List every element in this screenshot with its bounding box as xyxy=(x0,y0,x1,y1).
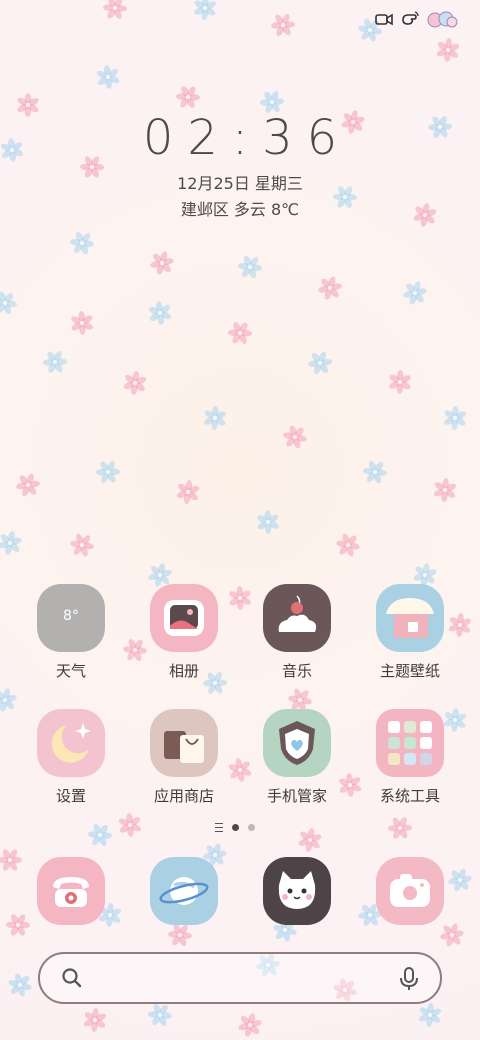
snowflake xyxy=(318,276,342,300)
app-label: 天气 xyxy=(55,662,86,680)
snowflake xyxy=(363,460,387,484)
home-screen: 02:36 12月25日 星期三 建邺区 多云 8℃ 8° 天气 相册 音乐 主… xyxy=(0,0,480,1040)
snowflake xyxy=(83,1008,107,1032)
clouds-sticker-icon xyxy=(427,11,458,28)
snowflake xyxy=(403,281,427,305)
status-bar xyxy=(374,10,458,28)
snowflake xyxy=(336,533,360,557)
menu-lines-icon xyxy=(215,823,223,832)
app-label: 系统工具 xyxy=(379,787,440,805)
app-label: 设置 xyxy=(55,787,86,805)
snowflake xyxy=(88,823,112,847)
search-bar[interactable] xyxy=(38,952,442,1004)
snowflake xyxy=(70,533,94,557)
snowflake xyxy=(96,461,120,483)
camera-icon xyxy=(376,857,444,925)
snowflake xyxy=(444,406,466,430)
clock-weather[interactable]: 建邺区 多云 8℃ xyxy=(0,196,480,220)
snowflake xyxy=(16,473,40,497)
page-dot-current xyxy=(232,824,239,831)
tools-folder-icon xyxy=(376,709,444,777)
snowflake xyxy=(43,351,67,373)
snowflake xyxy=(298,828,322,852)
snowflake xyxy=(389,370,411,394)
snowflake xyxy=(271,14,295,36)
snowflake xyxy=(0,291,17,315)
page-dot xyxy=(248,824,255,831)
cake-music-icon xyxy=(263,584,331,652)
snowflake xyxy=(70,231,94,255)
house-theme-icon xyxy=(376,584,444,652)
hand-wave-icon xyxy=(402,11,419,25)
snowflake xyxy=(436,38,460,62)
snowflake xyxy=(238,1013,262,1037)
snowflake xyxy=(308,351,332,375)
shopping-bags-icon xyxy=(150,709,218,777)
snowflake xyxy=(71,311,93,335)
dock-camera[interactable] xyxy=(355,857,465,925)
app-theme[interactable]: 主题壁纸 xyxy=(355,584,465,681)
shield-heart-icon xyxy=(263,709,331,777)
app-album[interactable]: 相册 xyxy=(129,584,239,681)
snowflake xyxy=(433,478,457,502)
snowflake xyxy=(238,255,262,279)
app-label: 相册 xyxy=(168,662,199,680)
snowflake xyxy=(0,531,22,555)
cat-face-icon xyxy=(263,857,331,925)
snowflake xyxy=(204,406,226,430)
moon-settings-icon xyxy=(37,709,105,777)
video-camera-icon xyxy=(375,13,393,26)
snowflake xyxy=(96,65,120,89)
snowflake xyxy=(194,0,216,20)
telephone-icon xyxy=(37,857,105,925)
app-label: 应用商店 xyxy=(153,787,214,805)
search-icon[interactable] xyxy=(60,966,84,990)
snowflake xyxy=(176,86,200,108)
page-indicator[interactable] xyxy=(215,823,255,832)
planet-browser-icon xyxy=(150,857,218,925)
app-label: 主题壁纸 xyxy=(379,662,440,680)
dock-browser[interactable] xyxy=(129,857,239,925)
dock-phone[interactable] xyxy=(16,857,126,925)
app-music[interactable]: 音乐 xyxy=(242,584,352,681)
dock-cat-app[interactable] xyxy=(242,857,352,925)
clock-date[interactable]: 12月25日 星期三 xyxy=(0,170,480,194)
snowflake xyxy=(176,480,200,504)
snowflake xyxy=(123,371,147,395)
weather-badge: 8° xyxy=(63,608,79,624)
photo-album-icon xyxy=(150,584,218,652)
app-system-tools[interactable]: 系统工具 xyxy=(355,709,465,806)
snowflake xyxy=(418,1003,442,1027)
app-settings[interactable]: 设置 xyxy=(16,709,126,806)
snowflake xyxy=(148,301,172,325)
snowflake xyxy=(388,817,412,839)
app-store[interactable]: 应用商店 xyxy=(129,709,239,806)
snowflake xyxy=(283,425,307,449)
clock-time[interactable]: 02:36 xyxy=(0,110,480,166)
snowflake xyxy=(8,973,32,997)
app-label: 手机管家 xyxy=(266,787,327,805)
snowflake xyxy=(150,251,174,275)
snowflake xyxy=(257,510,279,534)
app-weather[interactable]: 8° 天气 xyxy=(16,584,126,681)
weather-icon: 8° xyxy=(37,584,105,652)
app-label: 音乐 xyxy=(281,662,312,680)
snowflake xyxy=(228,322,252,344)
microphone-icon[interactable] xyxy=(398,966,420,992)
snowflake xyxy=(118,813,142,837)
snowflake xyxy=(103,0,127,19)
app-phone-manager[interactable]: 手机管家 xyxy=(242,709,352,806)
